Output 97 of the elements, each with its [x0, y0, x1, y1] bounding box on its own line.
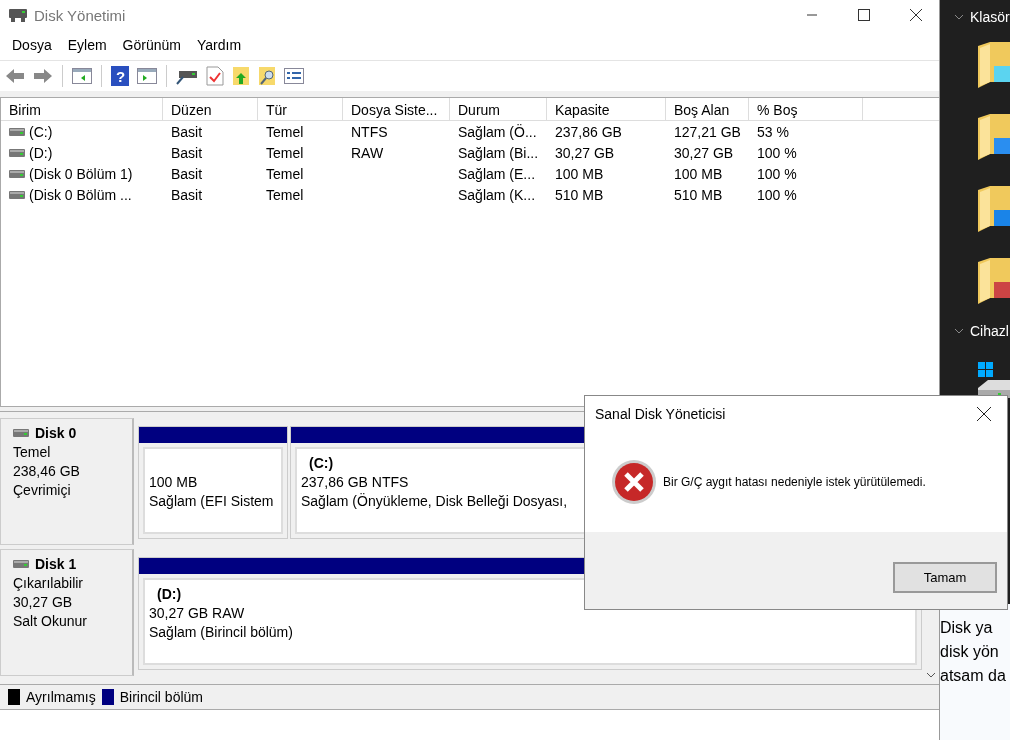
- table-cell: 30,27 GB: [555, 144, 615, 161]
- drive-icon: [13, 428, 29, 438]
- table-cell: Sağlam (E...: [458, 165, 536, 182]
- table-cell: Temel: [266, 144, 304, 161]
- console-tree-button[interactable]: [71, 66, 93, 86]
- table-cell: Basit: [171, 123, 203, 140]
- table-cell: 237,86 GB: [555, 123, 622, 140]
- checklist-icon[interactable]: [205, 65, 225, 87]
- folder-search-icon[interactable]: [257, 65, 277, 87]
- table-cell: Sağlam (Bi...: [458, 144, 539, 161]
- folder-icon[interactable]: [978, 42, 1010, 90]
- table-cell: Temel: [266, 123, 304, 140]
- table-cell: Basit: [171, 186, 203, 203]
- partition-block[interactable]: 100 MB Sağlam (EFI Sistem: [138, 426, 288, 539]
- table-cell: RAW: [351, 144, 384, 161]
- drive-icon: [9, 126, 25, 137]
- table-cell: 53 %: [757, 123, 789, 140]
- folder-icon[interactable]: [978, 114, 1010, 162]
- table-cell: 127,21 GB: [674, 123, 741, 140]
- table-cell: (Disk 0 Bölüm 1): [29, 165, 133, 182]
- table-cell: Temel: [266, 186, 304, 203]
- menu-item[interactable]: Görünüm: [114, 37, 189, 53]
- column-header[interactable]: Birim: [1, 98, 163, 120]
- help-button[interactable]: ?: [110, 65, 130, 87]
- disk-type: Çıkarılabilir: [13, 575, 84, 591]
- section-header[interactable]: Klasör: [970, 9, 1010, 25]
- back-button[interactable]: [4, 67, 26, 85]
- disk-type: Temel: [13, 444, 52, 460]
- drive-icon: [9, 189, 25, 200]
- drive-icon: [9, 147, 25, 158]
- column-header[interactable]: % Boş: [749, 98, 863, 120]
- table-cell: Basit: [171, 165, 203, 182]
- menu-item[interactable]: Yardım: [188, 37, 250, 53]
- error-icon: [611, 459, 657, 505]
- column-header[interactable]: Kapasite: [547, 98, 666, 120]
- table-cell: Sağlam (Ö...: [458, 123, 537, 140]
- error-message: Bir G/Ç aygıt hatası nedeniyle istek yürütülemedi.: [663, 475, 926, 489]
- drive-icon: [13, 559, 29, 569]
- disk-size: 238,46 GB: [13, 463, 81, 479]
- table-cell: Sağlam (K...: [458, 186, 536, 203]
- disk-size: 30,27 GB: [13, 594, 74, 610]
- table-cell: 510 MB: [674, 186, 723, 203]
- partition-size: 237,86 GB NTFS: [301, 474, 409, 490]
- app-icon: [8, 7, 28, 23]
- forward-button[interactable]: [32, 67, 54, 85]
- column-header[interactable]: Düzen: [163, 98, 258, 120]
- list-icon[interactable]: [283, 66, 305, 86]
- partition-status: Sağlam (Önyükleme, Disk Belleği Dosyası,: [301, 493, 568, 509]
- section-header[interactable]: Cihazl: [970, 323, 1009, 339]
- table-cell: 100 MB: [555, 165, 604, 182]
- chevron-down-icon[interactable]: [925, 672, 936, 678]
- legend-label: Birincil bölüm: [119, 689, 203, 705]
- table-cell: Temel: [266, 165, 304, 182]
- action-pane-button[interactable]: [136, 66, 158, 86]
- table-cell: (Disk 0 Bölüm ...: [29, 186, 132, 203]
- table-cell: 510 MB: [555, 186, 604, 203]
- table-cell: 100 %: [757, 186, 797, 203]
- table-cell: NTFS: [351, 123, 388, 140]
- body-text: Disk ya: [940, 618, 993, 638]
- folder-arrow-icon[interactable]: [231, 65, 251, 87]
- table-cell: 100 %: [757, 165, 797, 182]
- menu-item[interactable]: Eylem: [59, 37, 115, 53]
- folder-icon[interactable]: [978, 186, 1010, 234]
- column-header[interactable]: Dosya Siste...: [343, 98, 450, 120]
- close-icon: [910, 9, 922, 21]
- folder-icon[interactable]: [978, 258, 1010, 306]
- window-title: Disk Yönetimi: [34, 6, 127, 24]
- table-cell: Basit: [171, 144, 203, 161]
- table-cell: (D:): [29, 144, 53, 161]
- partition-status: Sağlam (Birincil bölüm): [149, 624, 293, 640]
- chevron-down-icon: [954, 14, 964, 20]
- maximize-icon: [858, 9, 870, 21]
- partition-label: (C:): [308, 455, 334, 471]
- disk-name: Disk 1: [35, 556, 77, 572]
- partition-size: 30,27 GB RAW: [149, 605, 245, 621]
- column-header[interactable]: Durum: [450, 98, 547, 120]
- column-header[interactable]: Boş Alan: [666, 98, 749, 120]
- partition-label: (D:): [156, 586, 182, 602]
- legend-label: Ayrılmamış: [26, 689, 96, 705]
- close-icon: [977, 407, 991, 421]
- table-cell: 100 MB: [674, 165, 723, 182]
- disk-status: Salt Okunur: [13, 613, 88, 629]
- column-header[interactable]: Tür: [258, 98, 343, 120]
- table-cell: 100 %: [757, 144, 797, 161]
- partition-status: Sağlam (EFI Sistem: [149, 493, 274, 509]
- chevron-down-icon: [954, 328, 964, 334]
- drive-icon: [9, 168, 25, 179]
- body-text: atsam da: [940, 666, 1006, 686]
- partition-size: 100 MB: [149, 474, 198, 490]
- table-cell: (C:): [29, 123, 53, 140]
- table-cell: 30,27 GB: [674, 144, 734, 161]
- disk-name: Disk 0: [35, 425, 77, 441]
- ok-button[interactable]: Tamam: [893, 562, 997, 593]
- body-text: disk yön: [940, 642, 999, 662]
- menu-item[interactable]: Dosya: [4, 37, 60, 53]
- disk-status: Çevrimiçi: [13, 482, 72, 498]
- dialog-title: Sanal Disk Yöneticisi: [595, 406, 726, 422]
